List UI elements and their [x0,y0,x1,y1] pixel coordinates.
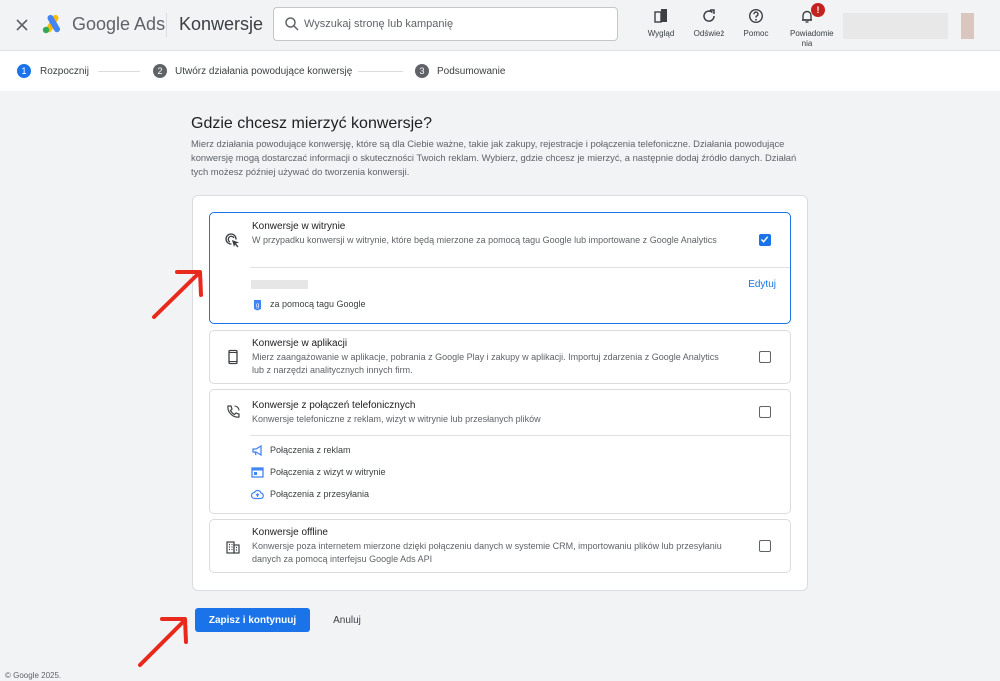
avatar[interactable] [961,13,974,39]
refresh-icon [703,9,715,22]
phone-device-icon [228,349,238,365]
notifications-button[interactable]: ! Powiadomie nia [783,3,834,49]
card-divider [250,267,790,268]
step-2-label: Utwórz działania powodujące konwersję [175,66,353,77]
phone-call-icon [227,405,240,418]
brand-name: Google Ads [72,14,166,34]
offline-conversions-checkbox[interactable] [759,540,771,552]
close-icon[interactable] [13,16,31,34]
appearance-label: Wygląd [647,29,675,38]
cancel-button[interactable]: Anuluj [322,608,372,632]
website-conversions-title: Konwersje w witrynie [252,221,346,232]
card-divider [250,435,790,436]
offline-conversions-desc: Konwersje poza internetem mierzone dzięk… [252,541,722,564]
calls-from-website-label: Połączenia z wizyt w witrynie [270,467,386,477]
refresh-button[interactable]: Odśwież [686,8,732,39]
browser-window-icon [251,467,264,478]
notifications-label: Powiadomie nia [790,29,834,48]
step-1-number: 1 [17,64,31,78]
step-2-number: 2 [153,64,167,78]
page-heading: Gdzie chcesz mierzyć konwersje? [191,115,432,132]
intro-text: Mierz działania powodujące konwersję, kt… [191,138,797,177]
header-divider [166,13,167,37]
calls-from-ads-label: Połączenia z reklam [270,445,351,455]
call-conversions-title: Konwersje z połączeń telefonicznych [252,400,416,411]
top-app-bar: Google Ads Konwersje Wyszukaj stronę lub… [0,0,1000,51]
search-input[interactable]: Wyszukaj stronę lub kampanię [304,18,453,30]
step-3-number: 3 [415,64,429,78]
step-connector [98,71,140,72]
app-conversions-card[interactable]: Konwersje w aplikacji Mierz zaangażowani… [209,330,791,384]
website-url-redacted [251,280,308,289]
annotation-arrow-icon [138,617,188,667]
account-info-redacted[interactable] [843,13,948,39]
call-conversions-checkbox[interactable] [759,406,771,418]
megaphone-icon [252,444,262,457]
help-icon [748,8,764,24]
cursor-click-icon [225,233,239,248]
app-conversions-desc: Mierz zaangażowanie w aplikacje, pobrani… [252,352,719,375]
help-button[interactable]: Pomoc [733,8,779,39]
page-title: Konwersje [179,14,264,34]
call-conversions-card[interactable]: Konwersje z połączeń telefonicznych Konw… [209,389,791,514]
annotation-arrow-icon [152,270,203,319]
check-icon [760,236,769,243]
offline-conversions-title: Konwersje offline [252,527,328,538]
step-1-label: Rozpocznij [40,66,89,77]
website-conversions-desc: W przypadku konwersji w witrynie, które … [252,235,717,245]
search-box[interactable]: Wyszukaj stronę lub kampanię [273,7,618,41]
offline-conversions-card[interactable]: Konwersje offline Konwersje poza interne… [209,519,791,573]
tag-method-label: za pomocą tagu Google [270,299,366,309]
search-icon [285,17,299,31]
app-conversions-checkbox[interactable] [759,351,771,363]
website-conversions-checkbox[interactable] [759,234,771,246]
building-icon [226,541,240,554]
call-conversions-desc: Konwersje telefoniczne z reklam, wizyt w… [252,414,541,424]
help-label: Pomoc [743,29,769,38]
google-tag-icon: g [254,300,261,311]
svg-text:g: g [256,303,259,309]
app-conversions-title: Konwersje w aplikacji [252,338,348,349]
appearance-icon [654,9,667,23]
calls-from-upload-label: Połączenia z przesyłania [270,489,370,499]
cloud-upload-icon [251,489,264,500]
website-conversions-card[interactable]: Konwersje w witrynie W przypadku konwers… [209,212,791,324]
notification-badge: ! [811,3,825,17]
edit-link[interactable]: Edytuj [748,279,776,290]
refresh-label: Odśwież [693,29,725,38]
step-3-label: Podsumowanie [437,66,506,77]
progress-stepper: 1 Rozpocznij 2 Utwórz działania powodują… [0,51,1000,91]
appearance-button[interactable]: Wygląd [638,8,684,39]
save-and-continue-button[interactable]: Zapisz i kontynuuj [195,608,310,632]
copyright-footer: © Google 2025. [5,671,62,680]
step-connector [358,71,403,72]
google-ads-logo [42,14,60,34]
